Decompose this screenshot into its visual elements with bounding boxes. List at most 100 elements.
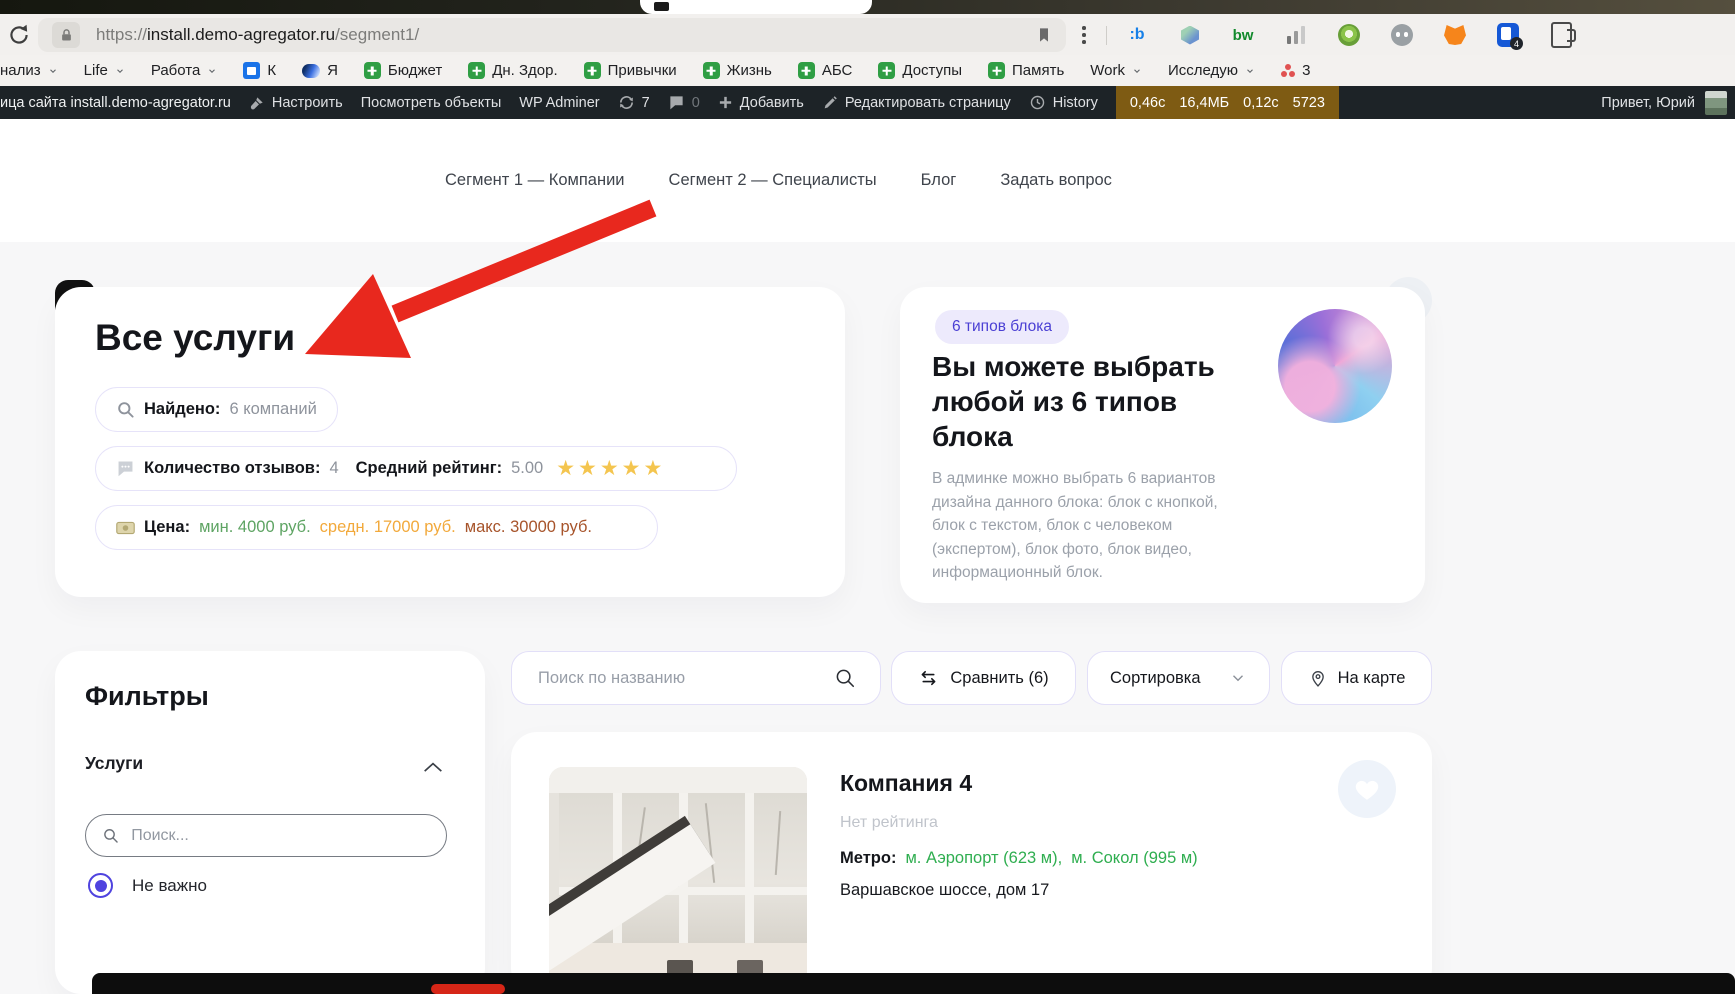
nav-segment1[interactable]: Сегмент 1 — Компании (445, 171, 625, 190)
metamask-extension-icon[interactable] (1442, 22, 1468, 48)
nav-ask-question[interactable]: Задать вопрос (1000, 171, 1112, 190)
admin-adminer[interactable]: WP Adminer (519, 95, 599, 111)
site-header: АГРЕГАТОР Сегмент 1 — Компании Сегмент 2… (0, 119, 1735, 242)
comment-icon (668, 95, 685, 110)
admin-updates[interactable]: 7 (618, 94, 650, 111)
clipboard-extension-icon[interactable] (1548, 22, 1574, 48)
rating-value: 5.00 (511, 459, 543, 478)
nav-blog[interactable]: Блог (921, 171, 957, 190)
reload-icon[interactable] (6, 22, 32, 48)
bookmark-item[interactable]: 3 (1281, 62, 1310, 79)
map-button[interactable]: На карте (1281, 651, 1432, 705)
url-domain: install.demo-agregator.ru (147, 25, 335, 44)
calendar-icon (243, 62, 260, 79)
url-bar[interactable]: https://install.demo-agregator.ru/segmen… (38, 18, 1066, 52)
star-rating: ★★★★★ (556, 456, 665, 481)
company-metro-row: Метро: м. Аэропорт (623 м), м. Сокол (99… (840, 849, 1198, 868)
bookmark-item[interactable]: Привычки (584, 62, 677, 79)
filter-option-row[interactable]: Не важно (88, 873, 207, 898)
admin-view-objects[interactable]: Посмотреть объекты (361, 95, 502, 111)
compare-button[interactable]: Сравнить (6) (891, 651, 1076, 705)
company-no-rating: Нет рейтинга (840, 814, 938, 832)
reviews-label: Количество отзывов: (144, 459, 320, 478)
perf-queries: 5723 (1293, 95, 1325, 111)
nav-segment2[interactable]: Сегмент 2 — Специалисты (669, 171, 877, 190)
bookmark-item[interactable]: Память (988, 62, 1064, 79)
green-plus-icon (468, 62, 485, 79)
promo-title: Вы можете выбрать любой из 6 типов блока (932, 349, 1242, 454)
price-min: мин. 4000 руб. (199, 518, 311, 537)
search-icon (102, 826, 119, 845)
money-icon (116, 520, 135, 536)
wp-admin-bar: ица сайта install.demo-agregator.ru Наст… (0, 86, 1735, 119)
admin-history[interactable]: History (1029, 94, 1098, 111)
bookmark-folder[interactable]: нализ (0, 62, 58, 79)
chevron-down-icon (1229, 669, 1247, 687)
clock-icon (1029, 94, 1046, 111)
divider (1106, 26, 1107, 45)
reader-extension-icon[interactable]: 4 (1495, 22, 1521, 48)
gear-extension-icon[interactable] (1336, 22, 1362, 48)
bookmark-item[interactable]: АБС (798, 62, 853, 79)
bottom-red-indicator (431, 984, 505, 994)
price-max: макс. 30000 руб. (465, 518, 592, 537)
bookmark-folder[interactable]: Работа (151, 62, 218, 79)
green-plus-icon (798, 62, 815, 79)
services-summary-card: Все услуги Найдено: 6 компаний Количеств… (55, 287, 845, 597)
floating-window-edge (640, 0, 872, 14)
bookmark-folder[interactable]: Work (1090, 62, 1142, 79)
robot-extension-icon[interactable] (1389, 22, 1415, 48)
boosty-extension-icon[interactable]: :b (1124, 22, 1150, 48)
bookmark-folder[interactable]: Life (84, 62, 125, 79)
chat-icon (116, 460, 135, 477)
cube-extension-icon[interactable] (1177, 22, 1203, 48)
bookmark-item[interactable]: Бюджет (364, 62, 442, 79)
bookmark-item[interactable]: Я (302, 62, 338, 79)
lock-icon[interactable] (52, 22, 80, 48)
radio-selected-icon[interactable] (88, 873, 113, 898)
green-plus-icon (584, 62, 601, 79)
map-pin-icon (1308, 668, 1328, 688)
bookmarks-bar: нализ Life Работа К Я Бюджет Дн. Здор. П… (0, 55, 1735, 86)
admin-add-new[interactable]: Добавить (718, 95, 804, 111)
url-text: https://install.demo-agregator.ru/segmen… (96, 25, 419, 45)
bookmark-flag-icon[interactable] (1036, 26, 1052, 44)
found-value: 6 компаний (229, 400, 316, 419)
perf-time: 0,46с (1130, 95, 1165, 111)
stats-extension-icon[interactable] (1283, 22, 1309, 48)
heart-icon (1354, 777, 1380, 801)
filter-group-services[interactable]: Услуги (85, 753, 143, 774)
price-avg: средн. 17000 руб. (320, 518, 456, 537)
admin-greeting[interactable]: Привет, Юрий (1601, 95, 1695, 111)
admin-site-link[interactable]: ица сайта install.demo-agregator.ru (0, 95, 231, 111)
bookmark-folder[interactable]: Исследую (1168, 62, 1255, 79)
compare-label: Сравнить (6) (950, 669, 1048, 688)
browser-menu-icon[interactable] (1082, 26, 1086, 44)
admin-customize[interactable]: Настроить (249, 95, 343, 111)
sort-dropdown[interactable]: Сортировка (1087, 651, 1270, 705)
updates-icon (618, 94, 635, 111)
filter-search-field[interactable] (85, 814, 447, 857)
bitwarden-extension-icon[interactable]: bw (1230, 22, 1256, 48)
metro-link-2[interactable]: м. Сокол (995 м) (1071, 849, 1197, 868)
green-plus-icon (878, 62, 895, 79)
found-label: Найдено: (144, 400, 220, 419)
bookmark-item[interactable]: Доступы (878, 62, 962, 79)
company-name[interactable]: Компания 4 (840, 770, 972, 797)
company-address: Варшавское шоссе, дом 17 (840, 881, 1049, 900)
company-card[interactable]: Компания 4 Нет рейтинга Метро: м. Аэропо… (511, 732, 1432, 994)
name-search-input[interactable] (536, 668, 834, 689)
admin-avatar[interactable] (1705, 91, 1727, 115)
company-photo[interactable] (549, 767, 807, 994)
metro-link-1[interactable]: м. Аэропорт (623 м), (905, 849, 1062, 868)
name-search-field[interactable] (511, 651, 881, 705)
admin-comments[interactable]: 0 (668, 95, 700, 111)
bookmark-item[interactable]: К (243, 62, 276, 79)
chevron-up-icon[interactable] (423, 761, 443, 773)
bookmark-item[interactable]: Дн. Здор. (468, 62, 557, 79)
admin-edit-page[interactable]: Редактировать страницу (822, 95, 1011, 111)
favorite-button[interactable] (1338, 760, 1396, 818)
url-scheme: https:// (96, 25, 147, 44)
filter-search-input[interactable] (129, 826, 430, 846)
bookmark-item[interactable]: Жизнь (703, 62, 772, 79)
